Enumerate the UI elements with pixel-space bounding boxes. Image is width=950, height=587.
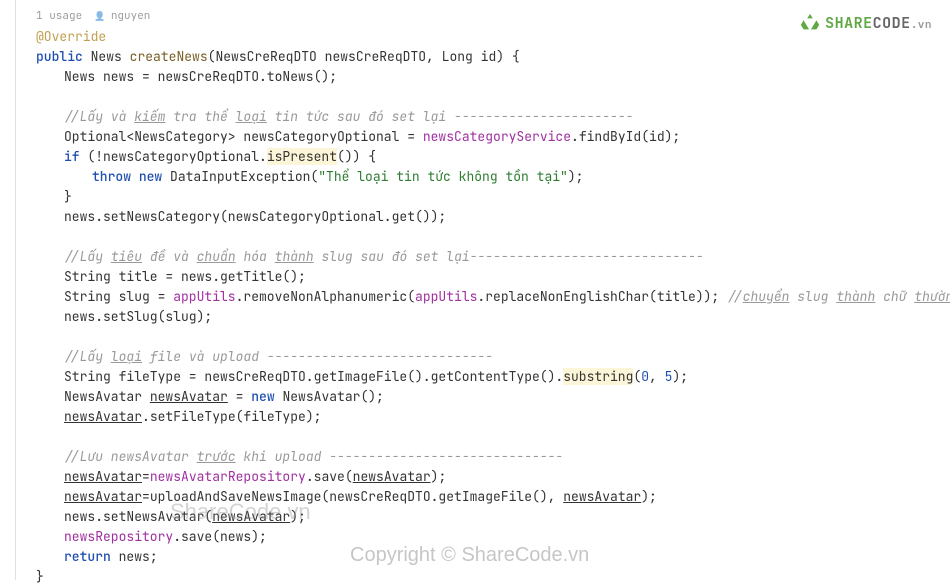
code-line: NewsAvatar newsAvatar = new NewsAvatar()… [36,387,950,407]
code-line: } [36,567,950,587]
code-line: newsAvatar.setFileType(fileType); [36,407,950,427]
logo-text: SHARECODE.vn [825,12,932,35]
code-line: String title = news.getTitle(); [36,267,950,287]
blank-line [36,427,950,447]
code-line: newsAvatar=uploadAndSaveNewsImage(newsCr… [36,487,950,507]
code-line: Optional<NewsCategory> newsCategoryOptio… [36,127,950,147]
code-line: news.setNewsAvatar(newsAvatar); [36,507,950,527]
code-line: newsAvatar=newsAvatarRepository.save(new… [36,467,950,487]
blank-line [36,87,950,107]
code-line: if (!newsCategoryOptional.isPresent()) { [36,147,950,167]
code-line: String slug = appUtils.removeNonAlphanum… [36,287,950,307]
code-line: newsRepository.save(news); [36,527,950,547]
code-comment: //Lấy tiêu đề và chuẩn hóa thành slug sa… [36,247,950,267]
code-line: public News createNews(NewsCreReqDTO new… [36,47,950,67]
blank-line [36,327,950,347]
code-line: return news; [36,547,950,567]
code-comment: //Lấy và kiếm tra thể loại tin tức sau đ… [36,107,950,127]
sharecode-logo: SHARECODE.vn [799,12,932,35]
code-line: news.setSlug(slug); [36,307,950,327]
code-comment: //Lưu newsAvatar trước khi upload ------… [36,447,950,467]
blank-line [36,227,950,247]
code-line: news.setNewsCategory(newsCategoryOptiona… [36,207,950,227]
logo-recycle-icon [799,12,821,34]
code-line: throw new DataInputException("Thể loại t… [36,167,950,187]
code-comment: //Lấy loại file và upload --------------… [36,347,950,367]
code-line: String fileType = newsCreReqDTO.getImage… [36,367,950,387]
code-line: } [36,187,950,207]
code-line: News news = newsCreReqDTO.toNews(); [36,67,950,87]
code-editor[interactable]: 1 usagenguyen @Override public News crea… [15,0,950,580]
